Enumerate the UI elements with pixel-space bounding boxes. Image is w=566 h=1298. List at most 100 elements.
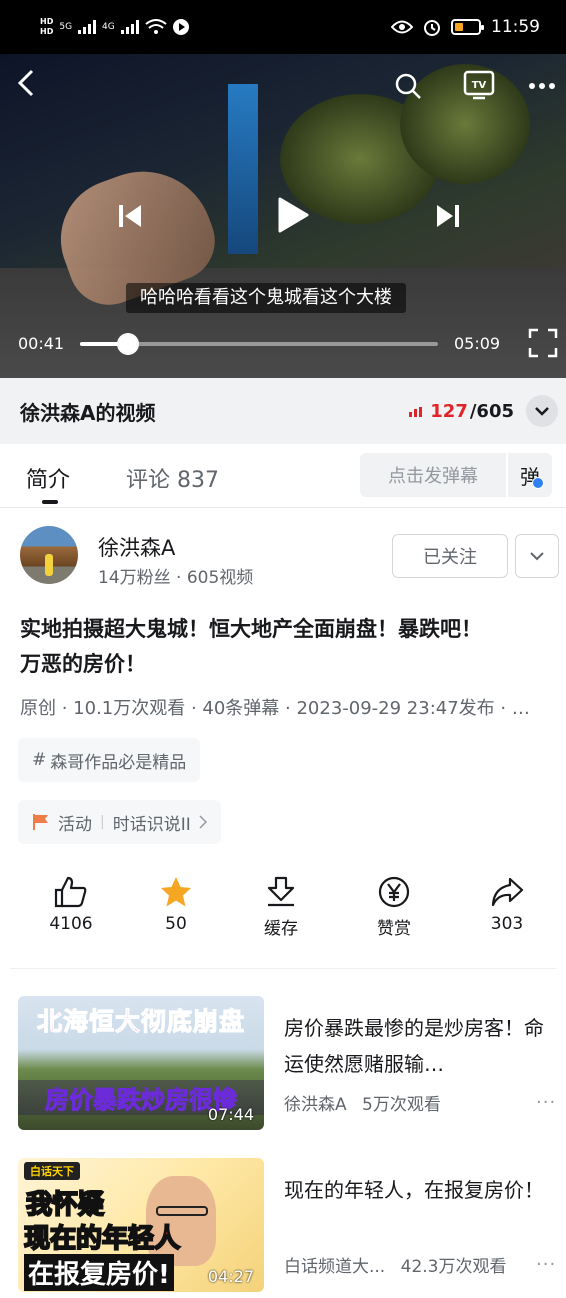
danmaku-placeholder: 点击发弹幕	[388, 466, 478, 487]
recommended-video-2[interactable]: 白话天下 我怀疑 现在的年轻人 在报复房价! 04:27 现在的年轻人，在报复房…	[0, 1158, 566, 1298]
playlist-header[interactable]: 徐洪森A的视频 127 /605	[0, 378, 566, 444]
recommended-title[interactable]: 房价暴跌最惨的是炒房客！命运使然愿赌服输…	[284, 1010, 546, 1082]
uploader-name[interactable]: 徐洪森A	[98, 532, 175, 562]
coin-button[interactable]: 50	[131, 876, 221, 934]
tv-icon: TV	[463, 70, 495, 100]
clock: 11:59	[491, 17, 540, 37]
previous-button[interactable]	[114, 200, 146, 232]
followed-button[interactable]: 已关注	[392, 534, 508, 578]
recommended-author: 徐洪森A	[284, 1095, 347, 1115]
playing-bars-icon	[409, 406, 423, 417]
recommended-meta: 徐洪森A 5万次观看	[284, 1090, 441, 1115]
playlist-current: 127	[430, 400, 468, 422]
share-arrow-icon	[491, 877, 524, 907]
thumbnail-text-2: 现在的年轻人	[23, 1223, 181, 1255]
video-meta: 原创 · 10.1万次观看 · 40条弹幕 · 2023-09-29 23:47…	[20, 698, 530, 719]
download-icon	[267, 876, 295, 907]
current-time: 00:41	[18, 334, 65, 353]
reward-button[interactable]: 赞赏	[349, 876, 439, 939]
topic-tag[interactable]: # 森哥作品必是精品	[18, 738, 201, 782]
share-button[interactable]: 303	[462, 876, 552, 934]
action-bar: 4106 50 缓存 赞赏 303	[0, 876, 566, 946]
yen-coin-icon	[378, 876, 410, 908]
eye-icon	[391, 20, 413, 34]
tab-comments[interactable]: 评论 837	[126, 462, 219, 494]
activity-label: 活动	[58, 814, 92, 835]
cache-label: 缓存	[264, 919, 298, 939]
thumbs-up-icon	[54, 876, 87, 908]
share-count: 303	[490, 914, 524, 934]
fullscreen-icon	[528, 328, 558, 358]
video-player[interactable]: TV 哈哈哈看看这个鬼城看这个大楼 00:41 05:09	[0, 54, 566, 378]
app-notification-icon	[172, 19, 189, 35]
signal-icon-2	[120, 20, 139, 34]
tab-intro[interactable]: 简介	[26, 462, 70, 504]
reward-label: 赞赏	[377, 919, 411, 939]
hd-badge-2: HD	[40, 27, 54, 36]
cast-tv-button[interactable]: TV	[462, 68, 496, 102]
status-left: HD HD 5G 4G	[40, 17, 189, 37]
status-bar: HD HD 5G 4G 11:59	[0, 0, 566, 54]
play-icon	[278, 197, 309, 233]
star-icon	[161, 877, 191, 907]
back-button[interactable]	[10, 66, 44, 100]
recommended-title[interactable]: 现在的年轻人，在报复房价！	[284, 1172, 546, 1208]
recommended-views: 5万次观看	[362, 1095, 441, 1115]
search-button[interactable]	[392, 70, 424, 102]
play-button[interactable]	[270, 192, 316, 238]
cache-button[interactable]: 缓存	[236, 876, 326, 939]
search-icon	[395, 73, 421, 99]
thumbnail-text-1: 我怀疑	[25, 1189, 105, 1221]
recommended-author: 白话频道大...	[284, 1257, 386, 1277]
progress-bar[interactable]	[80, 333, 438, 355]
video-thumbnail[interactable]: 北海恒大彻底崩盘 房价暴跌炒房很惨 07:44	[18, 996, 264, 1130]
svg-text:TV: TV	[472, 80, 487, 91]
more-options-button[interactable]	[526, 76, 558, 96]
chevron-right-icon	[199, 815, 207, 829]
chevron-down-icon	[530, 552, 544, 561]
playlist-position: 127 /605	[409, 401, 514, 422]
video-duration: 07:44	[207, 1105, 254, 1124]
video-duration: 04:27	[207, 1267, 254, 1286]
fullscreen-button[interactable]	[526, 326, 560, 360]
hd-badge-1: HD	[40, 17, 54, 26]
recommended-more-button[interactable]: ···	[536, 1092, 556, 1113]
wifi-icon	[145, 19, 167, 34]
danmaku-on-icon	[532, 477, 544, 489]
divider	[10, 968, 556, 969]
thumbnail-brand: 白话天下	[24, 1162, 80, 1180]
alarm-icon	[424, 20, 440, 36]
avatar[interactable]	[20, 526, 78, 584]
topic-tag-label: 森哥作品必是精品	[50, 752, 187, 773]
status-right: 11:59	[391, 17, 540, 37]
uploader-stats: 14万粉丝 · 605视频	[98, 568, 254, 588]
danmaku-input[interactable]: 点击发弹幕 弹	[360, 453, 552, 497]
more-dots-icon	[529, 83, 555, 89]
video-thumbnail[interactable]: 白话天下 我怀疑 现在的年轻人 在报复房价! 04:27	[18, 1158, 264, 1292]
like-button[interactable]: 4106	[26, 876, 116, 934]
recommended-views: 42.3万次观看	[400, 1257, 507, 1277]
next-button[interactable]	[432, 200, 464, 232]
chevron-down-icon	[535, 407, 549, 416]
flag-icon	[33, 814, 48, 830]
recommended-meta: 白话频道大... 42.3万次观看	[284, 1252, 506, 1277]
recommended-more-button[interactable]: ···	[536, 1254, 556, 1275]
playlist-title: 徐洪森A的视频	[20, 400, 156, 425]
activity-tag[interactable]: 活动 | 时话识说II	[18, 800, 221, 844]
danmaku-toggle-button[interactable]: 弹	[506, 453, 552, 497]
uploader-info: 徐洪森A 14万粉丝 · 605视频 已关注	[0, 508, 566, 600]
like-count: 4106	[49, 914, 93, 934]
progress-handle[interactable]	[116, 333, 139, 355]
expand-playlist-button[interactable]	[526, 395, 558, 427]
signal-icon	[78, 20, 97, 34]
coin-count: 50	[165, 914, 187, 934]
thumbnail-text-3: 在报复房价!	[24, 1254, 174, 1291]
network-5g: 5G	[59, 22, 73, 32]
activity-name: 时话识说II	[112, 814, 191, 835]
thumbnail-text-1: 北海恒大彻底崩盘	[36, 1007, 245, 1037]
skip-next-icon	[437, 205, 459, 227]
recommended-video-1[interactable]: 北海恒大彻底崩盘 房价暴跌炒房很惨 07:44 房价暴跌最惨的是炒房客！命运使然…	[0, 996, 566, 1136]
skip-previous-icon	[119, 205, 141, 227]
uploader-more-button[interactable]	[515, 534, 559, 578]
video-title[interactable]: 实地拍摄超大鬼城！恒大地产全面崩盘！暴跌吧！万恶的房价！	[20, 612, 500, 682]
